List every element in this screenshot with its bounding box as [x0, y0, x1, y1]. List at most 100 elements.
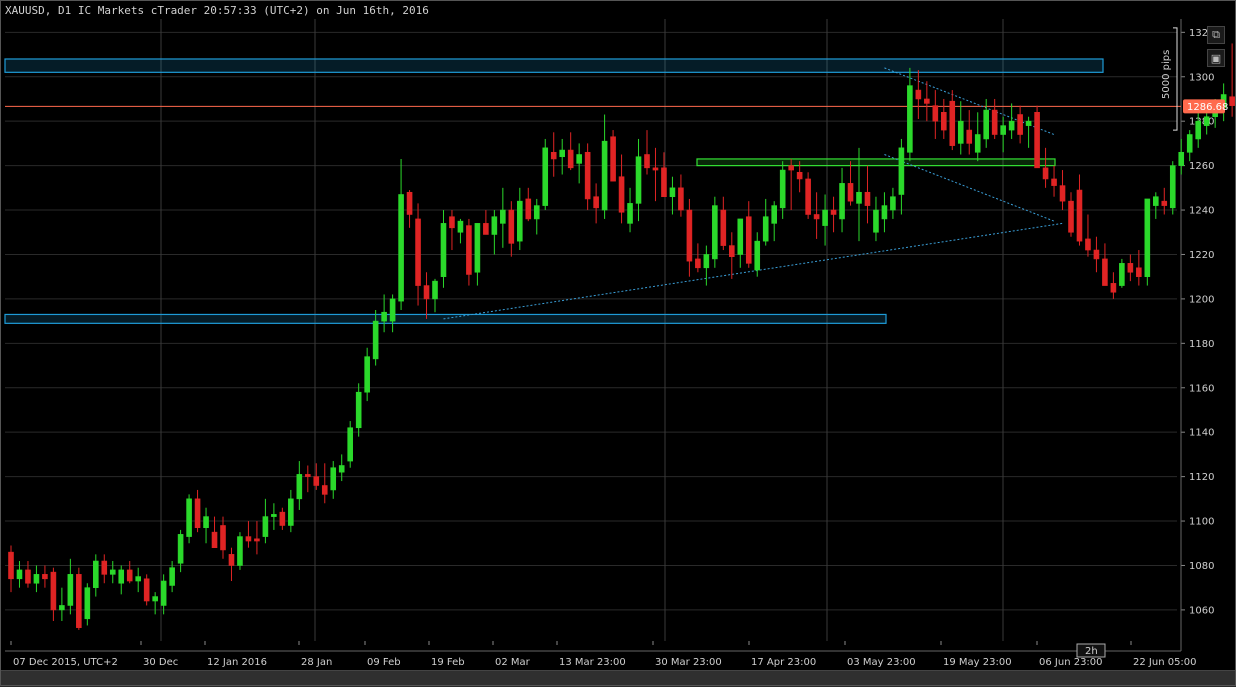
- candle-bull: [1203, 116, 1210, 126]
- candle-bear: [949, 100, 956, 146]
- candle-bull: [873, 209, 879, 233]
- candle-bull: [288, 498, 294, 526]
- candle-bear: [1127, 263, 1134, 273]
- candle-bull: [160, 580, 167, 606]
- timeframe-badge-label: 2h: [1085, 646, 1098, 657]
- candle-bull: [372, 320, 379, 360]
- candle-bull: [890, 196, 896, 211]
- candle-bull: [559, 149, 566, 158]
- candle-bear: [610, 136, 616, 182]
- price-chart[interactable]: 1060 1080 1100 1120 1140 1160 1180 1200 1220 1240…: [1, 1, 1236, 687]
- candle-bear: [76, 574, 82, 628]
- candle-bear: [304, 474, 311, 477]
- candle-bull: [330, 467, 337, 491]
- candle-bull: [635, 156, 642, 204]
- candle-bull: [1178, 151, 1185, 166]
- candle-bear: [321, 485, 328, 495]
- candle-bull: [839, 183, 845, 220]
- candle-bear: [1229, 96, 1235, 106]
- candle-bull: [627, 203, 633, 224]
- candle-bull: [93, 560, 99, 588]
- candle-bear: [1136, 267, 1142, 277]
- candle-bull: [296, 474, 303, 500]
- candle-bear: [1051, 178, 1057, 186]
- candle-bull: [1025, 120, 1032, 126]
- x-tick-label: 30 Dec: [143, 657, 178, 668]
- x-tick-label: 03 May 23:00: [847, 657, 916, 668]
- candle-bull: [983, 109, 990, 140]
- y-tick-label: 1140: [1189, 428, 1214, 439]
- candle-bull: [881, 205, 888, 220]
- candle-bear: [695, 258, 701, 269]
- candle-bull: [135, 576, 141, 582]
- x-tick-label: 02 Mar: [495, 657, 531, 668]
- candle-bull: [957, 120, 964, 144]
- candle-bull: [186, 498, 192, 537]
- candle-bull: [762, 216, 769, 242]
- candle-bear: [220, 525, 226, 551]
- candle-bull: [1195, 120, 1201, 140]
- candle-bear: [644, 154, 650, 169]
- candle-bear: [686, 209, 693, 262]
- candle-bull: [338, 465, 345, 473]
- candle-bear: [678, 187, 684, 211]
- candle-bull: [533, 205, 540, 220]
- candle-bull: [33, 574, 40, 584]
- candle-bull: [364, 356, 370, 393]
- candle-bear: [728, 245, 735, 257]
- candle-bear: [584, 151, 591, 200]
- x-tick-label: 07 Dec 2015, UTC+2: [13, 657, 118, 668]
- scrollbar[interactable]: [1, 670, 1235, 685]
- candle-bull: [822, 209, 828, 226]
- candle-bear: [1161, 200, 1168, 206]
- candle-bear: [8, 551, 14, 580]
- candle-bull: [16, 569, 23, 580]
- x-tick-label: 12 Jan 2016: [207, 657, 267, 668]
- candle-bear: [313, 476, 320, 486]
- x-tick-label: 28 Jan: [301, 657, 332, 668]
- x-tick-label: 09 Feb: [367, 657, 401, 668]
- candle-bear: [483, 223, 489, 235]
- candle-bear: [788, 165, 794, 171]
- y-tick-label: 1120: [1189, 472, 1214, 483]
- y-tick-label: 1240: [1189, 206, 1214, 217]
- candle-bull: [712, 205, 718, 260]
- candle-bear: [796, 171, 803, 180]
- candle-bear: [720, 209, 727, 246]
- candle-bear: [661, 167, 667, 198]
- candle-bear: [1034, 112, 1040, 169]
- candle-bull: [754, 240, 761, 271]
- y-tick-label: 1200: [1189, 294, 1214, 305]
- popout-icon[interactable]: ⧉: [1207, 26, 1225, 44]
- candle-bear: [991, 109, 998, 135]
- candle-bear: [1102, 258, 1108, 286]
- candle-bear: [406, 191, 413, 215]
- candle-bull: [474, 223, 481, 273]
- candle-bear: [194, 498, 201, 529]
- candle-bull: [491, 216, 498, 235]
- candle-bull: [84, 587, 91, 620]
- y-tick-label: 1260: [1189, 161, 1214, 172]
- candle-bull: [457, 220, 464, 233]
- candle-bull: [737, 218, 744, 255]
- candle-bear: [1068, 200, 1074, 233]
- zone-rect: [4, 58, 1104, 73]
- candle-bull: [347, 427, 354, 462]
- candle-bear: [1017, 114, 1023, 135]
- candle-bull: [203, 516, 209, 529]
- candle-bear: [126, 569, 133, 582]
- x-tick-label: 22 Jun 05:00: [1133, 657, 1197, 668]
- price-badge-label: 1286.68: [1187, 102, 1228, 113]
- y-tick-label: 1300: [1189, 72, 1214, 83]
- x-tick-label: 13 Mar 23:00: [559, 657, 626, 668]
- x-tick-label: 19 May 23:00: [943, 657, 1012, 668]
- candle-bear: [449, 216, 455, 229]
- camera-icon[interactable]: ▣: [1207, 49, 1225, 67]
- x-tick-label: 17 Apr 23:00: [751, 657, 816, 668]
- candle-bear: [830, 209, 837, 215]
- candle-bear: [618, 176, 625, 213]
- candle-bear: [508, 209, 515, 244]
- candle-bear: [1085, 238, 1091, 251]
- candle-bull: [271, 514, 277, 517]
- candle-bull: [907, 85, 913, 153]
